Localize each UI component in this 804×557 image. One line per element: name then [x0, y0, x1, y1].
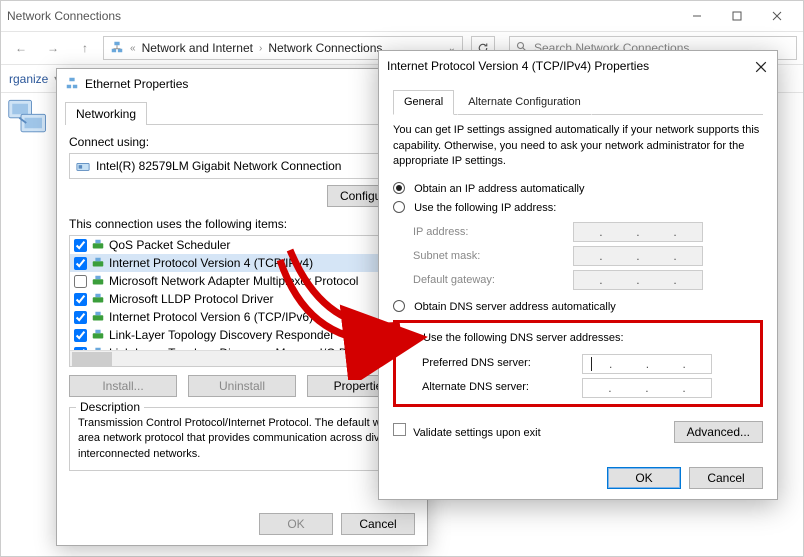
alternate-dns-input[interactable]: ...: [582, 378, 712, 398]
dns-highlight-box: Use the following DNS server addresses: …: [393, 320, 763, 407]
radio-ip-manual[interactable]: [393, 201, 405, 213]
component-icon: [91, 328, 105, 342]
item-checkbox[interactable]: [74, 329, 87, 342]
radio-dns-auto[interactable]: [393, 300, 405, 312]
adapter-name: Intel(R) 82579LM Gigabit Network Connect…: [96, 159, 341, 173]
list-item[interactable]: Internet Protocol Version 6 (TCP/IPv6): [70, 308, 414, 326]
item-label: Internet Protocol Version 6 (TCP/IPv6): [109, 310, 313, 324]
label-ip-auto: Obtain an IP address automatically: [414, 183, 584, 195]
nic-icon: [76, 159, 90, 173]
component-icon: [91, 256, 105, 270]
list-item[interactable]: Link-Layer Topology Discovery Responder: [70, 326, 414, 344]
component-icon: [91, 292, 105, 306]
item-label: Microsoft LLDP Protocol Driver: [109, 292, 274, 306]
close-button[interactable]: [751, 57, 771, 77]
dialog-titlebar: Ethernet Properties: [57, 69, 427, 99]
forward-button[interactable]: →: [39, 36, 67, 60]
breadcrumb-1[interactable]: Network and Internet: [142, 41, 253, 55]
ipv4-properties-dialog: Internet Protocol Version 4 (TCP/IPv4) P…: [378, 50, 778, 500]
ip-address-input: ...: [573, 222, 703, 242]
label-dns-pref: Preferred DNS server:: [422, 356, 582, 371]
dialog-title: Ethernet Properties: [85, 77, 188, 91]
ethernet-connection-icon[interactable]: [7, 95, 49, 137]
description-title: Description: [76, 400, 144, 414]
back-button[interactable]: ←: [7, 36, 35, 60]
cancel-button[interactable]: Cancel: [341, 513, 415, 535]
label-dns-manual: Use the following DNS server addresses:: [423, 332, 624, 344]
item-label: QoS Packet Scheduler: [109, 238, 230, 252]
advanced-button[interactable]: Advanced...: [674, 421, 763, 443]
network-icon: [110, 40, 124, 57]
tab-general[interactable]: General: [393, 90, 454, 115]
dialog-title: Internet Protocol Version 4 (TCP/IPv4) P…: [387, 59, 649, 73]
radio-ip-auto[interactable]: [393, 182, 405, 194]
component-icon: [91, 274, 105, 288]
list-item[interactable]: Internet Protocol Version 4 (TCP/IPv4): [70, 254, 414, 272]
item-checkbox[interactable]: [74, 257, 87, 270]
description-group: Description Transmission Control Protoco…: [69, 407, 415, 471]
list-item[interactable]: Microsoft LLDP Protocol Driver: [70, 290, 414, 308]
explorer-title: Network Connections: [7, 9, 121, 23]
item-checkbox[interactable]: [74, 311, 87, 324]
list-item[interactable]: Microsoft Network Adapter Multiplexor Pr…: [70, 272, 414, 290]
component-icon: [91, 310, 105, 324]
list-item[interactable]: QoS Packet Scheduler: [70, 236, 414, 254]
component-icon: [91, 238, 105, 252]
close-button[interactable]: [757, 4, 797, 28]
label-dns-alt: Alternate DNS server:: [422, 380, 582, 395]
tab-alternate[interactable]: Alternate Configuration: [457, 90, 592, 115]
label-subnet: Subnet mask:: [413, 249, 573, 264]
item-label: Internet Protocol Version 4 (TCP/IPv4): [109, 256, 313, 270]
breadcrumb-2[interactable]: Network Connections: [268, 41, 382, 55]
tab-networking[interactable]: Networking: [65, 102, 147, 125]
label-ip-address: IP address:: [413, 225, 573, 240]
dialog-tabs: Networking: [65, 101, 419, 125]
install-button[interactable]: Install...: [69, 375, 177, 397]
uninstall-button[interactable]: Uninstall: [188, 375, 296, 397]
connect-using-label: Connect using:: [69, 135, 415, 149]
chevron-right-icon: «: [130, 43, 136, 54]
label-dns-auto: Obtain DNS server address automatically: [414, 301, 616, 313]
items-label: This connection uses the following items…: [69, 217, 415, 231]
label-gateway: Default gateway:: [413, 273, 573, 288]
ok-button[interactable]: OK: [607, 467, 681, 489]
item-label: Link-Layer Topology Discovery Responder: [109, 328, 334, 342]
maximize-button[interactable]: [717, 4, 757, 28]
horizontal-scrollbar[interactable]: [70, 350, 398, 366]
dialog-titlebar: Internet Protocol Version 4 (TCP/IPv4) P…: [379, 51, 777, 81]
ethernet-properties-dialog: Ethernet Properties Networking Connect u…: [56, 68, 428, 546]
radio-dns-manual[interactable]: [402, 331, 414, 343]
item-label: Microsoft Network Adapter Multiplexor Pr…: [109, 274, 358, 288]
description-text: Transmission Control Protocol/Internet P…: [78, 416, 406, 462]
gateway-input: ...: [573, 270, 703, 290]
item-checkbox[interactable]: [74, 275, 87, 288]
dialog-tabs: General Alternate Configuration: [393, 89, 763, 115]
components-list[interactable]: QoS Packet Scheduler Internet Protocol Ve…: [69, 235, 415, 367]
item-checkbox[interactable]: [74, 239, 87, 252]
ok-button[interactable]: OK: [259, 513, 333, 535]
intro-text: You can get IP settings assigned automat…: [393, 123, 763, 169]
subnet-input: ...: [573, 246, 703, 266]
label-ip-manual: Use the following IP address:: [414, 202, 556, 214]
organize-menu[interactable]: rganize: [9, 72, 48, 86]
cancel-button[interactable]: Cancel: [689, 467, 763, 489]
adapter-box: Intel(R) 82579LM Gigabit Network Connect…: [69, 153, 415, 179]
item-checkbox[interactable]: [74, 293, 87, 306]
explorer-titlebar: Network Connections: [1, 1, 803, 31]
validate-checkbox[interactable]: [393, 423, 406, 436]
label-validate: Validate settings upon exit: [413, 427, 541, 439]
up-button[interactable]: ↑: [71, 36, 99, 60]
network-icon: [65, 76, 79, 93]
minimize-button[interactable]: [677, 4, 717, 28]
preferred-dns-input[interactable]: ...: [582, 354, 712, 374]
chevron-right-icon: ›: [259, 43, 262, 54]
